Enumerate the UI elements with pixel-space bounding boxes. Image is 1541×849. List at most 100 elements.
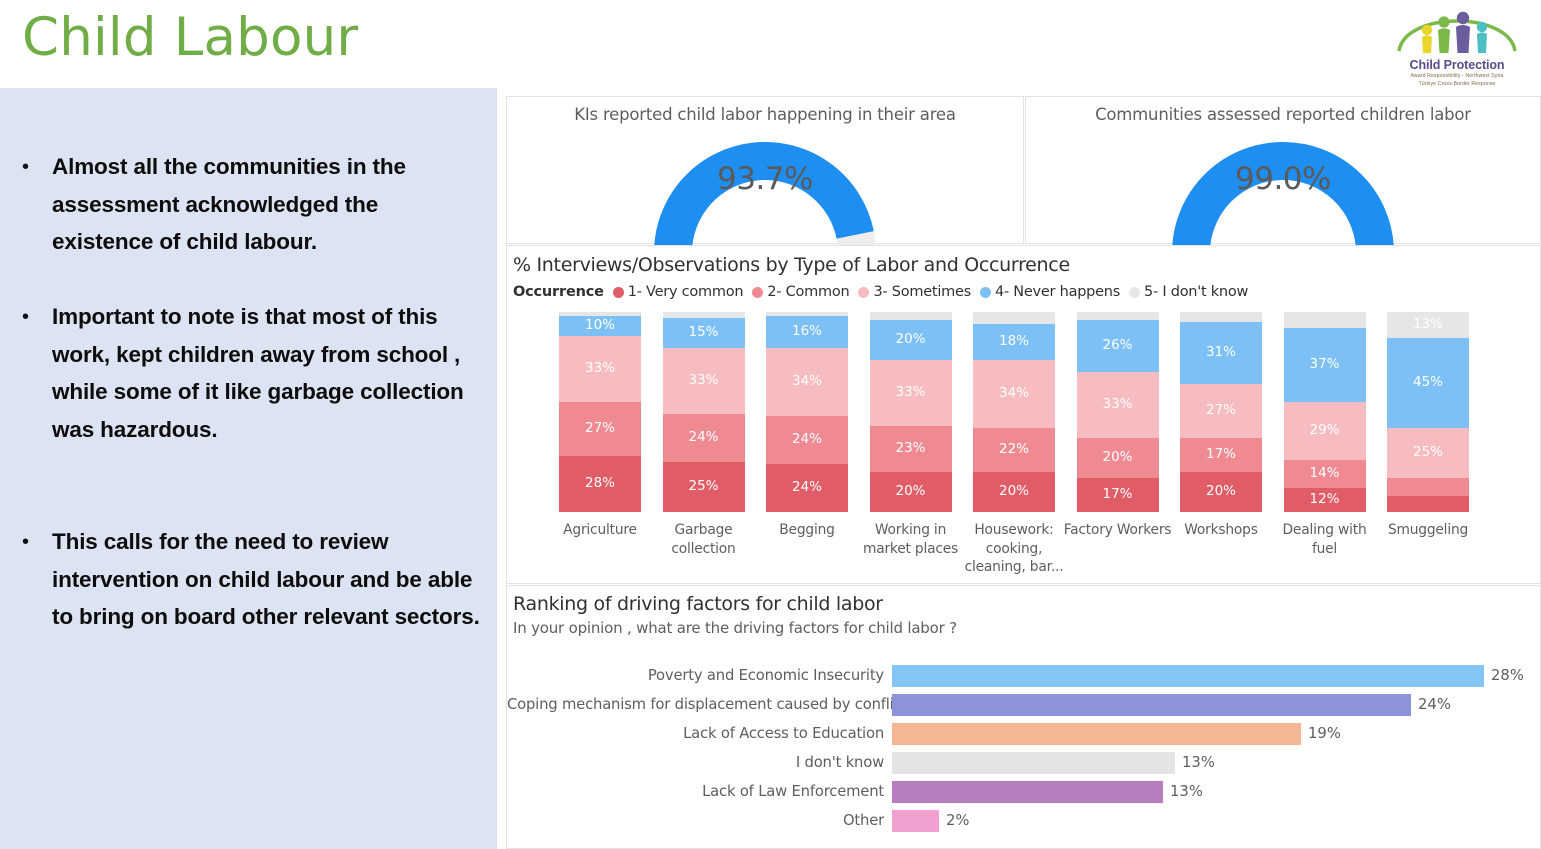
ranking-value-label: 28% — [1491, 667, 1524, 684]
stacked-bar-segment[interactable] — [1180, 312, 1262, 322]
segment-value-label: 34% — [998, 385, 1029, 402]
stacked-bar-segment[interactable]: 20% — [869, 472, 952, 512]
stacked-bar-segment[interactable] — [1387, 478, 1469, 496]
bullet-marker-icon: • — [22, 531, 30, 553]
category-axis-label: Factory Workers — [1063, 522, 1172, 538]
legend-item[interactable]: 5- I don't know — [1129, 284, 1248, 300]
stacked-bar-segment[interactable] — [1387, 496, 1469, 512]
stacked-bar-segment[interactable]: 33% — [1076, 372, 1159, 438]
stacked-bar-column[interactable]: 18% 34% 22% 20% — [973, 312, 1055, 512]
ranking-value-label: 13% — [1182, 754, 1215, 771]
stacked-bar-segment[interactable]: 34% — [973, 360, 1055, 428]
stacked-bar-segment[interactable]: 34% — [766, 348, 848, 416]
bullet-text: Almost all the communities in the assess… — [52, 154, 406, 255]
stacked-bar-column[interactable]: 13% 45% 25% — [1387, 312, 1469, 512]
ranking-bar[interactable] — [892, 809, 939, 832]
stacked-bar-segment[interactable]: 24% — [766, 464, 848, 512]
stacked-bar-segment[interactable]: 15% — [662, 318, 745, 348]
ranking-row[interactable]: I don't know 13% — [507, 748, 1541, 777]
legend-color-swatch-icon — [752, 286, 764, 298]
ranking-bar[interactable] — [892, 780, 1163, 803]
ranking-row[interactable]: Other 2% — [507, 806, 1541, 835]
legend-item[interactable]: 2- Common — [752, 284, 850, 300]
bullet-item: • Important to note is that most of this… — [22, 298, 482, 448]
ranking-bar[interactable] — [892, 722, 1301, 745]
legend-color-swatch-icon — [858, 286, 870, 298]
stacked-bar-segment[interactable]: 20% — [973, 472, 1055, 512]
stacked-bar-segment[interactable] — [973, 312, 1055, 324]
bullet-item: • Almost all the communities in the asse… — [22, 148, 482, 261]
stacked-bar-segment[interactable]: 17% — [1180, 438, 1262, 472]
stacked-bar-segment[interactable]: 25% — [662, 462, 745, 512]
stacked-bar-segment[interactable]: 20% — [1076, 438, 1159, 478]
ranking-bar[interactable] — [892, 664, 1484, 687]
stacked-bar-segment[interactable]: 27% — [559, 402, 641, 456]
ranking-row[interactable]: Lack of Law Enforcement 13% — [507, 777, 1541, 806]
stacked-bar-column[interactable]: 26% 33% 20% 17% — [1076, 312, 1159, 512]
segment-value-label: 20% — [1102, 449, 1133, 466]
chart-subtitle: In your opinion , what are the driving f… — [513, 619, 957, 637]
stacked-bar-column[interactable]: 37% 29% 14% 12% — [1283, 312, 1366, 512]
stacked-bar-segment[interactable]: 18% — [973, 324, 1055, 360]
segment-value-label: 31% — [1205, 344, 1236, 361]
stacked-bar-column[interactable]: 15% 33% 24% 25% — [662, 312, 745, 512]
stacked-bar-segment[interactable]: 24% — [766, 416, 848, 464]
logo-graphic — [1397, 11, 1517, 53]
stacked-bar-segment[interactable] — [1283, 312, 1366, 328]
stacked-bar-segment[interactable]: 22% — [973, 428, 1055, 472]
stacked-bar-segment[interactable]: 10% — [559, 316, 641, 336]
legend-item[interactable]: 4- Never happens — [979, 284, 1120, 300]
segment-value-label: 20% — [895, 483, 926, 500]
stacked-bar-column[interactable]: 31% 27% 17% 20% — [1180, 312, 1262, 512]
stacked-bar-column[interactable]: 20% 33% 23% 20% — [869, 312, 952, 512]
stacked-bar-segment[interactable]: 28% — [559, 456, 641, 512]
stacked-bar-segment[interactable]: 45% — [1387, 338, 1469, 428]
stacked-bar-segment[interactable]: 31% — [1180, 322, 1262, 384]
stacked-bar-column[interactable]: 10% 33% 27% 28% — [559, 312, 641, 512]
legend-label: 5- I don't know — [1144, 284, 1249, 300]
stacked-bar-segment[interactable] — [1076, 312, 1159, 320]
legend-label: 3- Sometimes — [873, 284, 971, 300]
ranking-row[interactable]: Coping mechanism for displacement caused… — [507, 690, 1541, 719]
segment-value-label: 33% — [895, 384, 926, 401]
stacked-bar-segment[interactable]: 29% — [1283, 402, 1366, 460]
stacked-bar-segment[interactable]: 16% — [766, 316, 848, 348]
stacked-bar-segment[interactable]: 25% — [1387, 428, 1469, 478]
stacked-bar-segment[interactable]: 26% — [1076, 320, 1159, 372]
stacked-bar-segment[interactable]: 27% — [1180, 384, 1262, 438]
ranking-row[interactable]: Lack of Access to Education 19% — [507, 719, 1541, 748]
stacked-bar-segment[interactable]: 12% — [1283, 488, 1366, 512]
stacked-bar-column[interactable]: 16% 34% 24% 24% — [766, 312, 848, 512]
legend-item[interactable]: 1- Very common — [612, 284, 744, 300]
category-axis-label: Workshops — [1184, 522, 1258, 538]
stacked-bar-segment[interactable]: 13% — [1387, 312, 1469, 338]
bullet-text: This calls for the need to review interv… — [52, 529, 480, 630]
stacked-bar-segment[interactable] — [869, 312, 952, 320]
ranking-category-label: Other — [842, 812, 884, 829]
segment-value-label: 15% — [688, 324, 719, 341]
logo-subtitle-line2: Türkiye Cross-Border Response — [1418, 81, 1496, 87]
ranking-value-label: 13% — [1170, 783, 1203, 800]
stacked-bar-segment[interactable]: 23% — [869, 426, 952, 472]
stacked-bar-segment[interactable]: 14% — [1283, 460, 1366, 488]
stacked-bar-segment[interactable]: 37% — [1283, 328, 1366, 402]
stacked-bar-segment[interactable]: 33% — [869, 360, 952, 426]
gauge-value: 93.7% — [717, 161, 813, 197]
category-axis-label: Dealing with fuel — [1282, 522, 1367, 557]
child-protection-logo: Child Protection Award Responsibility - … — [1387, 3, 1527, 91]
stacked-bar-segment[interactable]: 20% — [869, 320, 952, 360]
legend-item[interactable]: 3- Sometimes — [858, 284, 971, 300]
stacked-bar-segment[interactable]: 24% — [662, 414, 745, 462]
segment-value-label: 27% — [1205, 402, 1236, 419]
segment-value-label: 20% — [998, 483, 1029, 500]
gauge-title: Communities assessed reported children l… — [1095, 105, 1471, 124]
stacked-bar-segment[interactable]: 33% — [662, 348, 745, 414]
segment-value-label: 26% — [1102, 337, 1133, 354]
stacked-bar-segment[interactable]: 17% — [1076, 478, 1159, 512]
stacked-bar-segment[interactable]: 33% — [559, 336, 641, 402]
category-axis-label: Begging — [779, 522, 835, 538]
ranking-bar[interactable] — [892, 693, 1411, 716]
ranking-bar[interactable] — [892, 751, 1175, 774]
stacked-bar-segment[interactable]: 20% — [1180, 472, 1262, 512]
ranking-row[interactable]: Poverty and Economic Insecurity 28% — [507, 661, 1541, 690]
